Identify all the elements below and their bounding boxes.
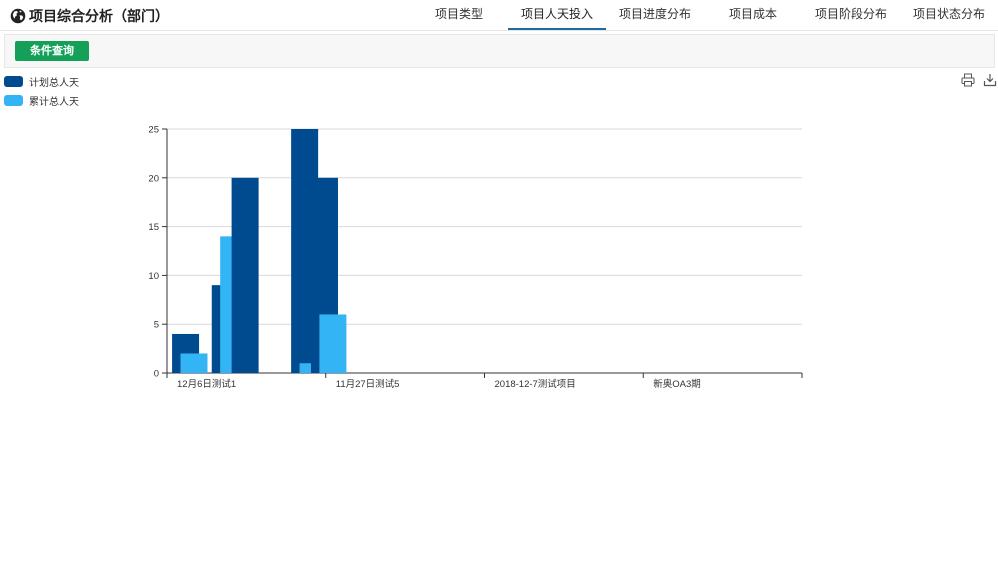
bar — [231, 177, 259, 373]
y-tick-label: 20 — [148, 173, 159, 184]
x-tick-label: 11月27日测试5 — [336, 378, 400, 390]
y-tick-label: 10 — [148, 271, 159, 282]
y-tick-label: 15 — [148, 222, 159, 233]
bar-chart: 0 5 10 15 20 25 12月6日测试1 11月27日测试5 2018-12-7测试项目… — [148, 125, 803, 390]
y-tick-label: 5 — [154, 320, 159, 331]
x-tick-label: 新奥OA3期 — [653, 378, 701, 390]
x-tick-label: 12月6日测试1 — [177, 378, 236, 390]
bar — [180, 353, 208, 373]
bar — [319, 314, 347, 373]
x-tick-label: 2018-12-7测试项目 — [495, 378, 576, 390]
y-tick-label: 0 — [154, 369, 159, 380]
y-tick-label: 25 — [148, 125, 159, 136]
